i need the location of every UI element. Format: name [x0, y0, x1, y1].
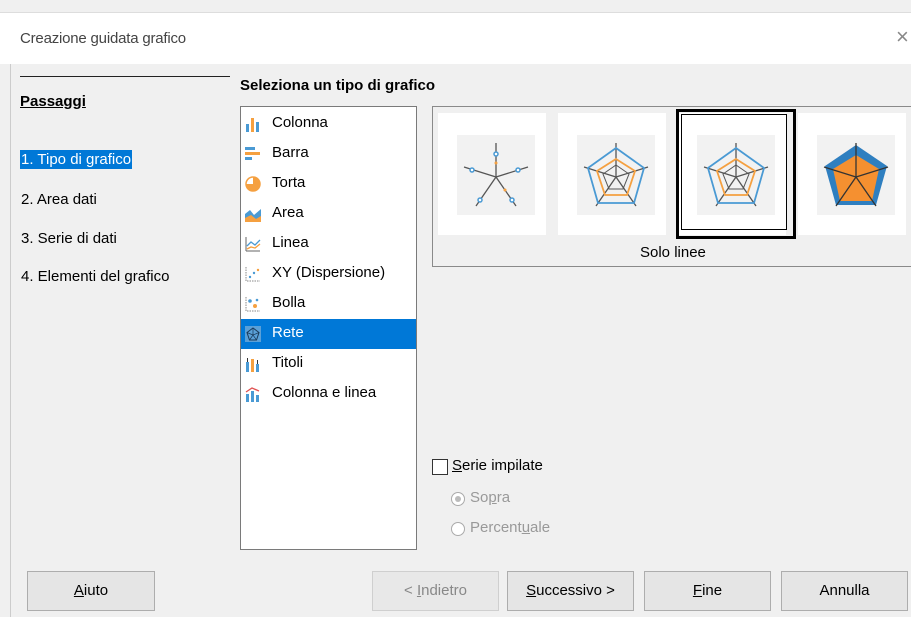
on-top-radio[interactable]: [451, 492, 465, 506]
chart-type-label: Bolla: [272, 294, 306, 311]
next-button[interactable]: Successivo >: [507, 571, 634, 611]
button-label: Annulla: [819, 582, 870, 599]
stack-series-checkbox[interactable]: [432, 459, 448, 475]
back-button[interactable]: < Indietro: [372, 571, 499, 611]
stack-series-label[interactable]: Serie impilate: [452, 457, 543, 474]
chart-variant-panel: [432, 106, 911, 267]
chart-type-line[interactable]: Linea: [241, 229, 416, 259]
variant-points-only[interactable]: [438, 113, 546, 235]
chart-type-stock[interactable]: Titoli: [241, 349, 416, 379]
step-chart-type[interactable]: 1. Tipo di grafico: [20, 150, 133, 169]
chart-type-bar[interactable]: Barra: [241, 139, 416, 169]
chart-type-column-line[interactable]: Colonna e linea: [241, 379, 416, 409]
window-title: Creazione guidata grafico: [20, 30, 186, 47]
top-divider: [0, 12, 911, 13]
accelerator-key: u: [521, 519, 531, 536]
label-part: uccessivo >: [536, 582, 615, 599]
bar-chart-icon: [245, 147, 260, 160]
net-points-only-icon: [463, 143, 529, 207]
radio-dot: [455, 496, 461, 502]
net-points-lines-icon: [583, 143, 649, 207]
left-border: [10, 64, 11, 617]
label-part: So: [470, 489, 489, 506]
chart-type-net[interactable]: Rete: [241, 319, 416, 349]
steps-divider: [20, 76, 230, 77]
accelerator-key: p: [488, 489, 497, 506]
chart-type-label: Colonna e linea: [272, 384, 377, 401]
stock-chart-icon: [246, 358, 259, 372]
step-data-series[interactable]: 3. Serie di dati: [20, 229, 118, 248]
variant-label: Solo linee: [640, 244, 706, 261]
variant-filled[interactable]: [798, 113, 906, 235]
label-part: ra: [496, 489, 511, 506]
label-part: ine: [702, 582, 723, 599]
label-part: ale: [530, 519, 551, 536]
chart-type-bubble[interactable]: Bolla: [241, 289, 416, 319]
chart-type-label: Rete: [272, 324, 304, 341]
chart-type-xy-scatter[interactable]: XY (Dispersione): [241, 259, 416, 289]
label-part: iuto: [83, 582, 109, 599]
chart-type-label: Colonna: [272, 114, 328, 131]
percent-label: Percentuale: [470, 519, 550, 536]
chart-type-area[interactable]: Area: [241, 199, 416, 229]
help-button[interactable]: Aiuto: [27, 571, 155, 611]
column-chart-icon: [246, 118, 259, 132]
accelerator-key: A: [73, 582, 84, 599]
steps-heading: Passaggi: [20, 93, 86, 110]
chart-type-label: Titoli: [272, 354, 304, 371]
chart-type-pie[interactable]: Torta: [241, 169, 416, 199]
accelerator-key: S: [452, 457, 463, 474]
selected-variant-inner-frame: [681, 114, 787, 230]
accelerator-key: F: [692, 582, 703, 599]
step-data-range[interactable]: 2. Area dati: [20, 190, 98, 209]
chart-type-label: Torta: [272, 174, 306, 191]
label-part: ndietro: [421, 582, 467, 599]
accelerator-key: S: [526, 582, 537, 599]
label-part: <: [404, 582, 417, 599]
net-chart-icon: [245, 326, 261, 342]
chart-type-list[interactable]: Colonna Barra Torta Area Linea XY (Dispe…: [240, 106, 417, 550]
variant-points-lines[interactable]: [558, 113, 666, 235]
finish-button[interactable]: Fine: [644, 571, 771, 611]
percent-radio[interactable]: [451, 522, 465, 536]
chart-type-column[interactable]: Colonna: [241, 109, 416, 139]
net-filled-icon: [823, 143, 889, 207]
scatter-chart-icon: [245, 267, 260, 282]
label-part: erie impilate: [462, 457, 543, 474]
chart-type-label: Area: [272, 204, 304, 221]
label-part: Percent: [470, 519, 522, 536]
pie-chart-icon: [245, 176, 261, 192]
column-line-chart-icon: [245, 387, 260, 402]
chart-type-label: Barra: [272, 144, 309, 161]
close-icon[interactable]: ×: [896, 24, 909, 50]
bubble-chart-icon: [245, 297, 260, 312]
area-chart-icon: [245, 209, 261, 222]
chart-type-label: Linea: [272, 234, 309, 251]
chart-type-label: XY (Dispersione): [272, 264, 386, 281]
step-chart-elements[interactable]: 4. Elementi del grafico: [20, 267, 170, 286]
cancel-button[interactable]: Annulla: [781, 571, 908, 611]
chart-type-heading: Seleziona un tipo di grafico: [240, 77, 436, 94]
line-chart-icon: [245, 237, 261, 252]
on-top-label: Sopra: [470, 489, 510, 506]
